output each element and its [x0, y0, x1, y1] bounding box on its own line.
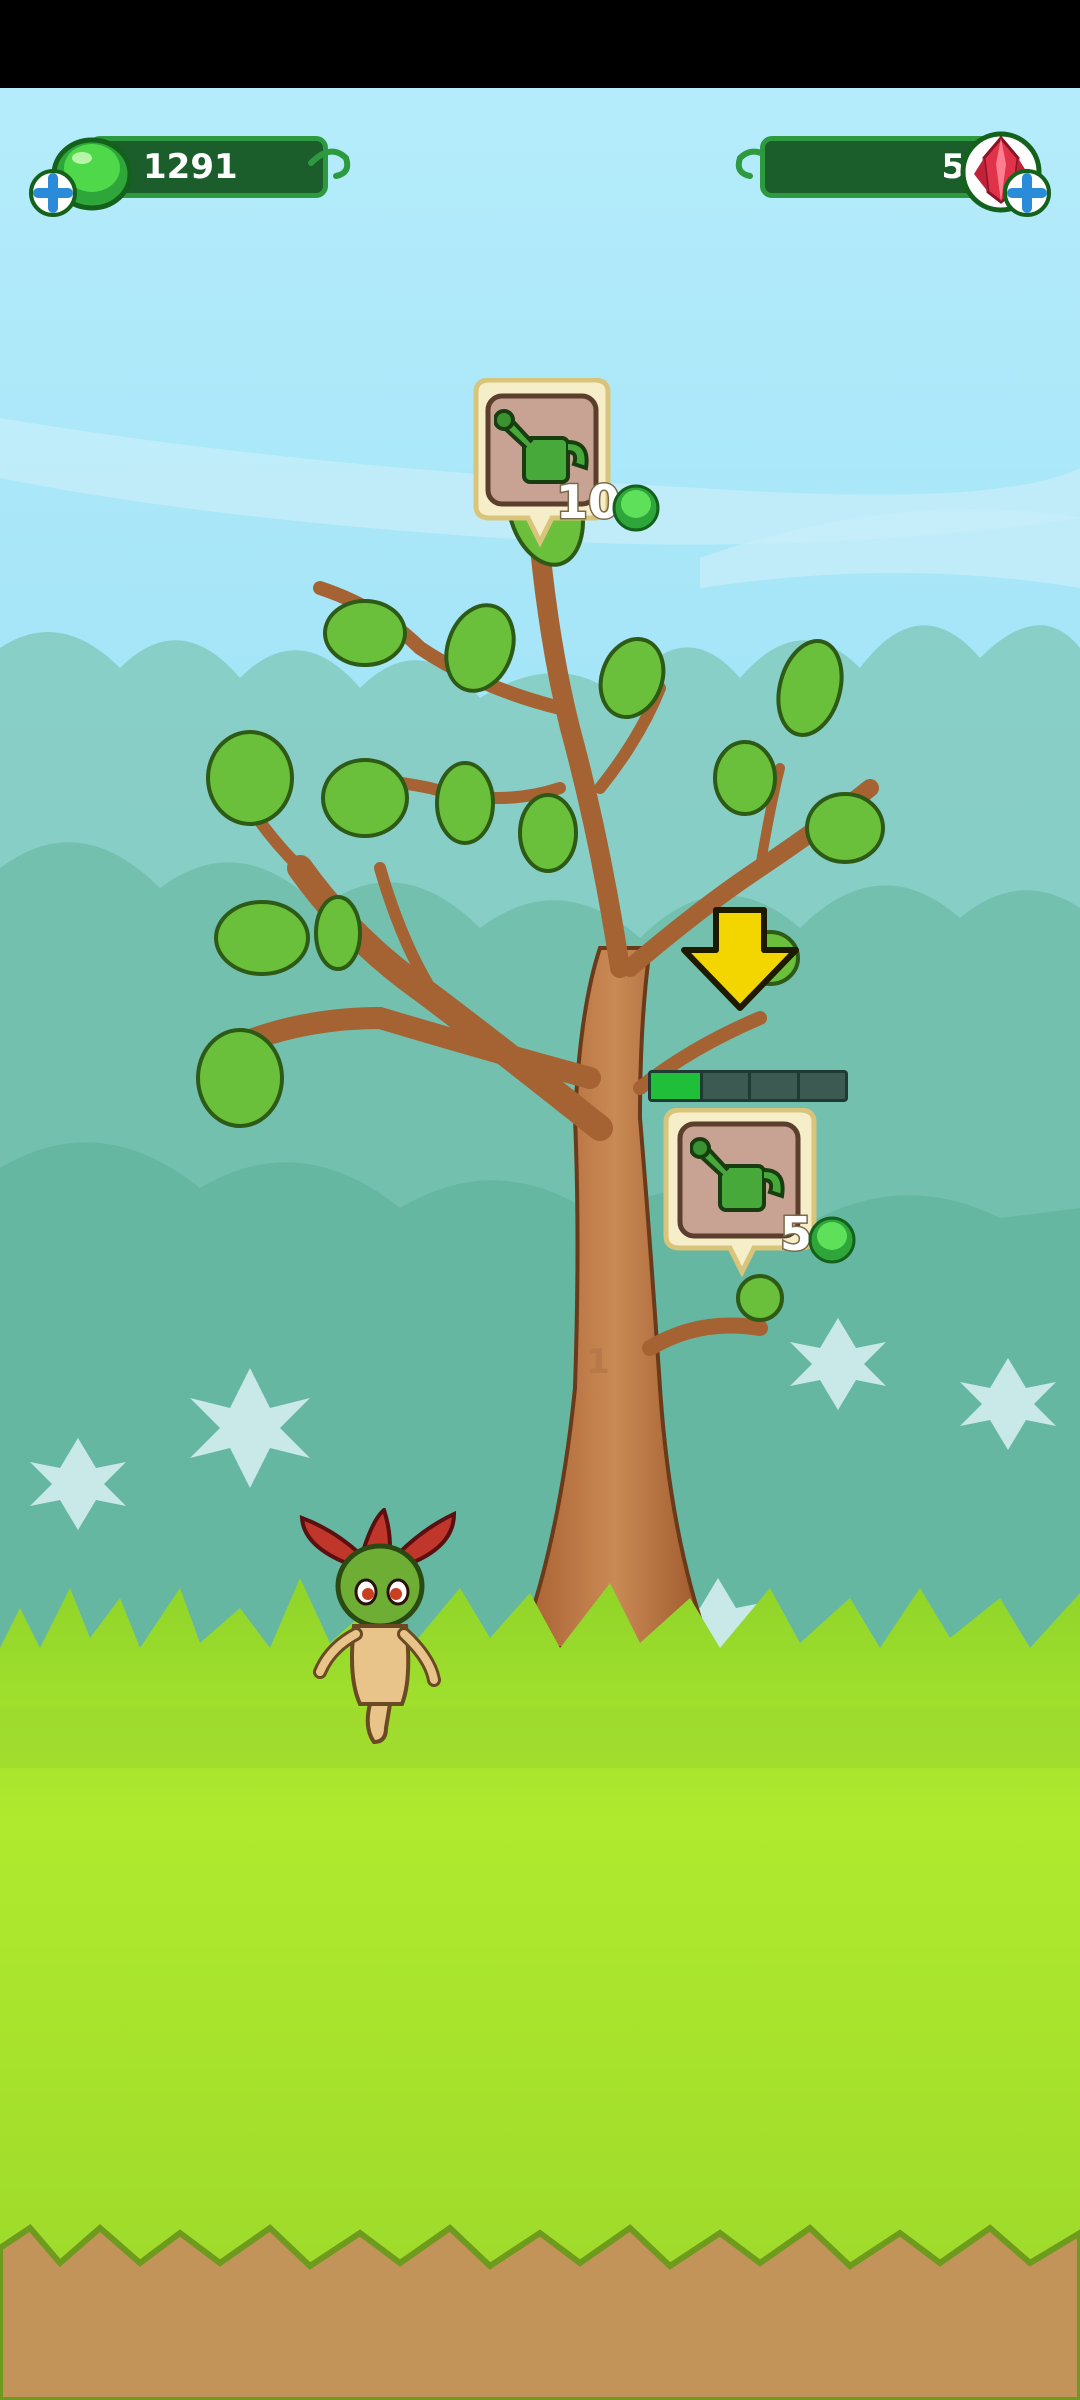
growth-progress-bar	[648, 1070, 848, 1102]
watering-can-icon	[690, 1137, 785, 1212]
upgrade-cost-top: 10	[555, 474, 660, 532]
progress-segment-divider	[699, 1073, 703, 1099]
svg-text:5: 5	[780, 1207, 812, 1261]
svg-text:10: 10	[556, 475, 620, 529]
progress-segment-divider	[796, 1073, 800, 1099]
leaf-sprite-character[interactable]	[294, 1508, 474, 1748]
add-crystals-plus-icon[interactable]	[1002, 168, 1052, 218]
gems-counter[interactable]: 1291	[28, 124, 351, 217]
add-gems-plus-icon[interactable]	[28, 168, 78, 218]
vine-decoration-icon	[308, 148, 351, 179]
growth-progress-segments	[651, 1073, 845, 1099]
crystals-counter[interactable]: 5	[730, 124, 1060, 217]
game-scene[interactable]: 1 1291 5 10 5	[0, 88, 1080, 2400]
upgrade-cost-branch: 5	[779, 1206, 856, 1264]
water-upgrade-branch[interactable]: 5	[662, 1107, 872, 1288]
trunk-level-label: 1	[586, 1342, 610, 1382]
progress-segment-divider	[748, 1073, 751, 1099]
down-arrow-icon	[681, 907, 799, 1011]
gems-value: 1291	[143, 147, 238, 187]
game-screen: 1 1291 5 10 5	[0, 0, 1080, 2400]
water-upgrade-top[interactable]: 10	[462, 377, 672, 558]
status-bar	[0, 0, 1080, 88]
